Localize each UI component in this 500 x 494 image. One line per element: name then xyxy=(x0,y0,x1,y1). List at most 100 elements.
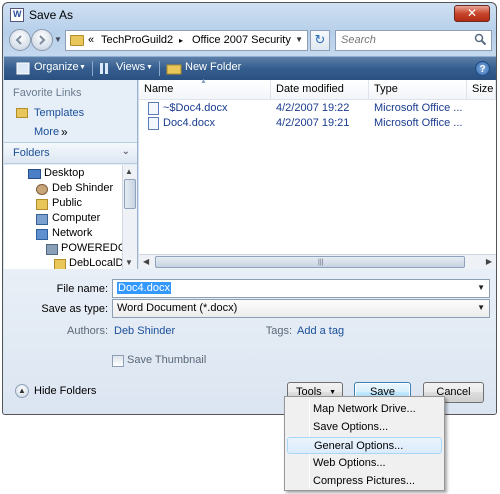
column-header-date[interactable]: Date modified xyxy=(271,80,369,100)
word-document-icon xyxy=(148,102,159,115)
views-dropdown-icon[interactable]: ▼ xyxy=(146,64,153,71)
folder-tree: Desktop Deb Shinder Public Computer Netw… xyxy=(4,165,122,269)
save-options-panel: File name: Doc4.docx ▼ Save as type: Wor… xyxy=(4,269,496,414)
window-title: Save As xyxy=(29,8,74,22)
folders-header[interactable]: Folders ⌄ xyxy=(4,142,137,164)
save-as-type-value: Word Document (*.docx) xyxy=(117,302,238,314)
new-folder-icon xyxy=(166,64,182,75)
column-header-name[interactable]: ▲ Name xyxy=(139,78,271,100)
word-document-icon xyxy=(148,117,159,130)
tree-item-deb-shinder[interactable]: Deb Shinder xyxy=(52,182,113,194)
folder-icon xyxy=(36,199,48,210)
favorite-link-more[interactable]: More xyxy=(34,126,59,138)
chevron-down-icon[interactable]: ⌄ xyxy=(122,146,130,157)
user-folder-icon xyxy=(36,184,48,195)
toolbar-divider xyxy=(159,61,160,76)
save-as-type-select[interactable]: Word Document (*.docx) ▼ xyxy=(112,299,490,318)
scroll-up-icon[interactable]: ▲ xyxy=(125,167,133,176)
network-icon xyxy=(36,229,48,240)
file-type: Microsoft Office ... xyxy=(374,102,463,114)
close-button[interactable]: ✕ xyxy=(454,5,490,22)
file-name: Doc4.docx xyxy=(163,117,215,129)
folder-icon xyxy=(16,108,28,118)
more-chevron-icon[interactable]: » xyxy=(61,125,68,139)
address-dropdown-icon[interactable]: ▼ xyxy=(295,35,303,44)
save-as-dialog: Save As ✕ ▼ « TechProGuild2 ▸ Office 200… xyxy=(2,2,497,415)
organize-icon xyxy=(16,62,30,75)
search-icon[interactable] xyxy=(474,33,487,46)
help-icon[interactable]: ? xyxy=(475,61,490,76)
favorite-links-heading: Favorite Links xyxy=(13,87,82,99)
menu-item-save-options[interactable]: Save Options... xyxy=(287,419,442,436)
organize-dropdown-icon[interactable]: ▼ xyxy=(79,64,86,71)
file-date: 4/2/2007 19:22 xyxy=(276,102,350,114)
folders-heading: Folders xyxy=(13,147,50,159)
chevron-down-icon[interactable]: ▼ xyxy=(477,283,485,292)
breadcrumb-separator-icon[interactable]: ▸ xyxy=(179,36,183,45)
folder-tree-scrollbar[interactable]: ▲ ▼ xyxy=(122,165,137,269)
forward-arrow-icon xyxy=(39,35,46,45)
menu-item-general-options[interactable]: General Options... xyxy=(287,437,442,454)
tree-item-public[interactable]: Public xyxy=(52,197,82,209)
save-thumbnail-label[interactable]: Save Thumbnail xyxy=(127,354,206,366)
file-name: ~$Doc4.docx xyxy=(163,102,228,114)
command-toolbar: Organize ▼ Views ▼ New Folder ? xyxy=(4,56,496,80)
scroll-right-icon[interactable]: ▶ xyxy=(486,257,492,266)
menu-item-web-options[interactable]: Web Options... xyxy=(287,455,442,472)
authors-label: Authors: xyxy=(67,325,108,337)
table-row[interactable]: ~$Doc4.docx 4/2/2007 19:22 Microsoft Off… xyxy=(139,101,496,116)
scroll-down-icon[interactable]: ▼ xyxy=(125,258,133,267)
table-row[interactable]: Doc4.docx 4/2/2007 19:21 Microsoft Offic… xyxy=(139,116,496,131)
tags-label: Tags: xyxy=(265,325,292,337)
toolbar-divider xyxy=(92,61,93,76)
breadcrumb-techproguild2[interactable]: TechProGuild2 xyxy=(101,34,173,46)
tree-item-deblocaldat[interactable]: DebLocalDat xyxy=(69,257,122,269)
folder-icon xyxy=(70,35,84,46)
chevron-up-icon: ▲ xyxy=(15,384,29,398)
file-date: 4/2/2007 19:21 xyxy=(276,117,350,129)
scroll-left-icon[interactable]: ◀ xyxy=(143,257,149,266)
breadcrumb-overflow[interactable]: « xyxy=(88,34,94,46)
back-button[interactable] xyxy=(9,29,31,51)
breadcrumb-office-2007-security[interactable]: Office 2007 Security xyxy=(192,34,291,46)
recent-pages-dropdown-icon[interactable]: ▼ xyxy=(54,35,62,44)
menu-item-map-network-drive[interactable]: Map Network Drive... xyxy=(287,401,442,418)
forward-button[interactable] xyxy=(31,29,53,51)
navigation-bar: ▼ « TechProGuild2 ▸ Office 2007 Security… xyxy=(9,29,492,55)
address-bar[interactable]: « TechProGuild2 ▸ Office 2007 Security ▼ xyxy=(65,30,308,51)
file-list-scrollbar[interactable]: ◀ ||| ▶ xyxy=(139,254,496,269)
grip-icon: ||| xyxy=(318,259,324,266)
search-input[interactable]: Search xyxy=(335,30,492,51)
file-name-label: File name: xyxy=(56,283,108,295)
favorite-link-templates[interactable]: Templates xyxy=(34,107,84,119)
tree-item-network[interactable]: Network xyxy=(52,227,92,239)
save-as-type-label: Save as type: xyxy=(41,303,108,315)
folder-icon xyxy=(54,259,66,269)
back-arrow-icon xyxy=(15,35,22,45)
organize-button[interactable]: Organize xyxy=(34,61,79,73)
menu-item-compress-pictures[interactable]: Compress Pictures... xyxy=(287,473,442,490)
file-list: ▲ Name Date modified Type Size ~$Doc4.do… xyxy=(139,78,496,269)
computer-icon xyxy=(36,214,48,225)
column-header-size[interactable]: Size xyxy=(467,80,496,100)
file-name-field[interactable]: Doc4.docx ▼ xyxy=(112,279,490,298)
scrollbar-thumb[interactable] xyxy=(124,179,136,209)
hide-folders-label: Hide Folders xyxy=(34,385,97,397)
tags-field[interactable]: Add a tag xyxy=(297,325,344,337)
save-thumbnail-checkbox[interactable] xyxy=(112,355,124,367)
tree-item-computer[interactable]: Computer xyxy=(52,212,100,224)
authors-field[interactable]: Deb Shinder xyxy=(114,325,175,337)
tree-item-desktop[interactable]: Desktop xyxy=(44,167,84,179)
title-bar[interactable]: Save As ✕ xyxy=(3,3,496,27)
refresh-button[interactable]: ↻ xyxy=(310,30,330,51)
file-type: Microsoft Office ... xyxy=(374,117,463,129)
views-button[interactable]: Views xyxy=(116,61,145,73)
tools-menu: Map Network Drive... Save Options... Gen… xyxy=(284,396,445,491)
tree-item-poweredge[interactable]: POWEREDGE50 xyxy=(61,242,122,254)
new-folder-button[interactable]: New Folder xyxy=(185,61,241,73)
sort-ascending-icon: ▲ xyxy=(200,78,207,85)
chevron-down-icon[interactable]: ▼ xyxy=(477,303,485,312)
column-header-type[interactable]: Type xyxy=(369,80,467,100)
navigation-pane: Favorite Links Templates More » Folders … xyxy=(4,80,138,269)
scrollbar-thumb[interactable]: ||| xyxy=(155,256,465,268)
